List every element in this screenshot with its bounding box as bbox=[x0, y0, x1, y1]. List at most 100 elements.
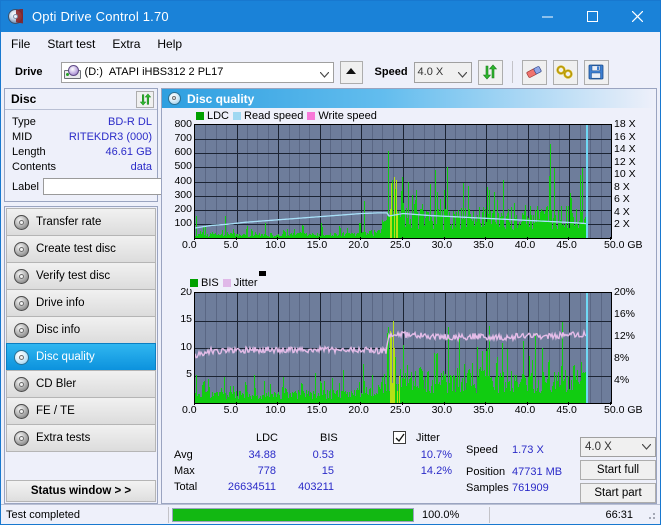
test-speed-select[interactable]: 4.0 X bbox=[580, 437, 656, 457]
start-full-button[interactable]: Start full bbox=[580, 460, 656, 480]
legend-swatch bbox=[222, 278, 231, 287]
y2-tick-label: 4 X bbox=[614, 205, 630, 218]
jitter-checkbox[interactable] bbox=[393, 431, 406, 444]
row-header-avg: Avg bbox=[174, 449, 193, 461]
y2-tick-label: 12 X bbox=[614, 155, 636, 168]
sidebar-item-label: Create test disc bbox=[36, 243, 116, 255]
legend-label: LDC bbox=[207, 110, 230, 122]
col-header-bis: BIS bbox=[320, 432, 338, 444]
sidebar-item-label: Verify test disc bbox=[36, 270, 111, 282]
sidebar-item-extra-tests[interactable]: Extra tests bbox=[6, 424, 156, 452]
x-tick-label: 30.0 bbox=[431, 403, 453, 416]
legend-ldc: LDC bbox=[196, 110, 229, 122]
col-header-ldc: LDC bbox=[256, 432, 279, 444]
sidebar-item-disc-quality[interactable]: Disc quality bbox=[6, 343, 156, 371]
disc-quality-panel: Disc quality LDC Read speed Write speed … bbox=[161, 88, 657, 504]
x-tick-label: 15.0 bbox=[306, 403, 328, 416]
maximize-button[interactable] bbox=[570, 1, 615, 32]
disc-type-label: Type bbox=[12, 115, 36, 128]
disc-panel-title: Disc bbox=[11, 92, 37, 106]
elapsed-time: 66:31 bbox=[605, 508, 633, 521]
menu-item-extra[interactable]: Extra bbox=[112, 37, 140, 51]
y2-tick-label: 16% bbox=[614, 307, 636, 320]
y-tick-label: 300 bbox=[174, 188, 192, 201]
refresh-drive-button[interactable] bbox=[477, 59, 503, 85]
x-tick-label: 45.0 bbox=[556, 239, 577, 251]
sidebar-item-transfer-rate[interactable]: Transfer rate bbox=[6, 208, 156, 236]
resize-grip[interactable] bbox=[645, 509, 657, 521]
disc-test-icon bbox=[14, 322, 29, 338]
x-tick-label: 10.0 bbox=[265, 403, 286, 416]
sidebar-item-label: Drive info bbox=[36, 297, 85, 309]
minimize-button[interactable] bbox=[525, 1, 570, 32]
row-header-total: Total bbox=[174, 481, 198, 493]
menu-item-help[interactable]: Help bbox=[157, 37, 182, 51]
sidebar-item-verify-test-disc[interactable]: Verify test disc bbox=[6, 262, 156, 290]
drive-select[interactable]: (D:) ATAPI iHBS312 2 PL17 bbox=[60, 61, 334, 83]
y-tick-label: 5 bbox=[186, 368, 192, 381]
menu-item-start-test[interactable]: Start test bbox=[47, 37, 95, 51]
samples-stat-label: Samples bbox=[466, 482, 509, 494]
y-tick-label: 100 bbox=[174, 216, 192, 229]
x-tick-label: 30.0 bbox=[431, 239, 453, 251]
progress-percent: 100.0% bbox=[422, 508, 460, 521]
position-stat-label: Position bbox=[466, 466, 506, 478]
scale-marker bbox=[259, 270, 266, 276]
disc-row-contents: Contents data bbox=[12, 159, 152, 174]
bis-plot-area bbox=[194, 291, 612, 404]
disc-test-icon bbox=[14, 376, 29, 392]
col-header-jitter: Jitter bbox=[416, 432, 440, 444]
sidebar-item-drive-info[interactable]: Drive info bbox=[6, 289, 156, 317]
eject-button[interactable] bbox=[339, 60, 363, 84]
menu-item-file[interactable]: File bbox=[11, 37, 30, 51]
legend-label: BIS bbox=[201, 276, 219, 289]
sidebar-item-create-test-disc[interactable]: Create test disc bbox=[6, 235, 156, 263]
y2-tick-label: 8 X bbox=[614, 180, 630, 193]
test-speed-value: 4.0 X bbox=[585, 441, 612, 453]
window-title: Opti Drive Control 1.70 bbox=[32, 9, 169, 24]
save-button[interactable] bbox=[583, 59, 609, 85]
erase-button[interactable] bbox=[521, 59, 547, 85]
refresh-disc-button[interactable] bbox=[136, 90, 154, 108]
row-header-max: Max bbox=[174, 465, 195, 477]
sidebar-item-label: Disc info bbox=[36, 324, 81, 336]
ldc-total-value: 26634511 bbox=[227, 481, 276, 493]
tools-button[interactable] bbox=[552, 59, 578, 85]
y-tick-label: 700 bbox=[174, 132, 192, 145]
close-button[interactable] bbox=[615, 1, 660, 32]
test-nav: Transfer rate Create test disc Verify te… bbox=[4, 206, 158, 504]
disc-test-icon bbox=[14, 349, 29, 365]
sidebar-item-disc-info[interactable]: Disc info bbox=[6, 316, 156, 344]
jitter-avg-value: 10.7% bbox=[420, 449, 452, 461]
samples-stat-value: 761909 bbox=[512, 482, 549, 494]
y2-tick-label: 2 X bbox=[614, 218, 630, 231]
save-icon bbox=[588, 64, 604, 80]
start-part-button[interactable]: Start part bbox=[580, 483, 656, 503]
jitter-max-value: 14.2% bbox=[420, 465, 452, 477]
legend-swatch bbox=[233, 112, 242, 120]
disc-length-label: Length bbox=[12, 145, 46, 158]
y2-tick-label: 14 X bbox=[614, 143, 636, 156]
toolbar-separator bbox=[511, 61, 513, 83]
disc-test-icon bbox=[14, 214, 29, 230]
sidebar-item-cd-bler[interactable]: CD Bler bbox=[6, 370, 156, 398]
left-sidebar: Disc Type BD-R DL MID RITEKDR3 (000) Len… bbox=[4, 88, 246, 504]
legend-label: Read speed bbox=[244, 110, 304, 122]
x-tick-label: 0.0 bbox=[182, 239, 197, 251]
speed-select[interactable]: 4.0 X bbox=[413, 61, 472, 83]
status-window-button[interactable]: Status window > > bbox=[6, 480, 156, 502]
disc-row-length: Length 46.61 GB bbox=[12, 144, 152, 159]
bis-jitter-chart: BIS Jitter 0.0 5.0 10.0 15.0 20.0 25.0 30.0 35.… bbox=[164, 269, 654, 429]
disc-info-list: Type BD-R DL MID RITEKDR3 (000) Length 4… bbox=[5, 110, 246, 201]
ldc-plot-area bbox=[194, 124, 612, 239]
y-tick-label: 800 bbox=[174, 118, 192, 130]
refresh-icon bbox=[482, 64, 498, 80]
legend-label: Jitter bbox=[233, 276, 258, 289]
error-stats-table: LDC BIS Jitter Avg 34.88 0.53 10.7% Max … bbox=[168, 431, 460, 503]
chevron-down-icon bbox=[457, 69, 467, 81]
bis-chart-legend: BIS Jitter bbox=[188, 276, 260, 289]
sidebar-item-fe-te[interactable]: FE / TE bbox=[6, 397, 156, 425]
x-tick-label: 40.0 bbox=[514, 403, 536, 416]
sidebar-item-label: Extra tests bbox=[36, 432, 91, 444]
